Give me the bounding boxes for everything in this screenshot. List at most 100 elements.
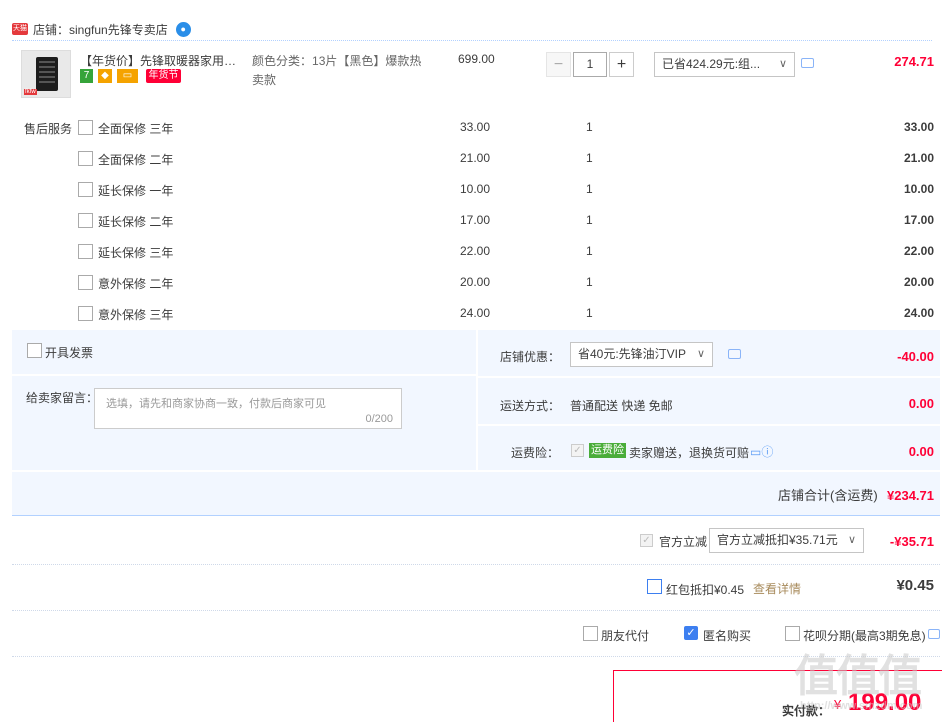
item-subtotal: 274.71 — [894, 54, 934, 69]
divider — [12, 40, 932, 41]
friend-pay-checkbox[interactable] — [583, 626, 598, 641]
service-subtotal: 10.00 — [903, 182, 934, 196]
message-counter: 0/200 — [365, 413, 393, 425]
watermark-logo: 值值值 — [794, 652, 922, 701]
service-row: 意外保修 三年 24.00 1 24.00 — [12, 298, 940, 329]
message-placeholder: 选填，请先和商家协商一致，付款后商家可见 — [106, 398, 326, 410]
official-discount-amount: -¥35.71 — [889, 534, 934, 549]
service-row: 全面保修 三年 33.00 1 33.00 — [12, 112, 940, 143]
quantity-input[interactable]: 1 — [573, 52, 607, 77]
service-subtotal: 21.00 — [903, 151, 934, 165]
insurance-amount: 0.00 — [908, 444, 934, 459]
panel-divider — [476, 330, 478, 470]
heater-image — [36, 57, 58, 91]
service-row: 意外保修 二年 20.00 1 20.00 — [12, 267, 940, 298]
comment-icon[interactable] — [928, 629, 940, 639]
sku-info: 颜色分类：13片【黑色】爆款热卖款 — [252, 52, 422, 90]
service-price: 21.00 — [460, 151, 491, 165]
shop-label: 店铺： — [33, 22, 70, 37]
tmall-icon: 天猫 — [12, 23, 28, 35]
service-checkbox[interactable] — [78, 151, 93, 166]
service-checkbox[interactable] — [78, 120, 93, 135]
seller-message-input[interactable]: 选填，请先和商家协商一致，付款后商家可见 0/200 — [94, 388, 402, 429]
redpacket-amount: ¥0.45 — [896, 577, 934, 594]
quantity-stepper: − 1 + — [546, 52, 634, 77]
comment-icon[interactable] — [728, 349, 741, 359]
new-year-tag: 年货节 — [146, 69, 181, 83]
store-total-label: 店铺合计(含运费) — [777, 488, 878, 503]
panel-divider — [478, 424, 940, 426]
service-checkbox[interactable] — [78, 244, 93, 259]
redpacket-checkbox[interactable] — [647, 579, 662, 594]
watermark-url: http://www.smzdm.com — [800, 700, 923, 712]
service-name: 延长保修 一年 — [98, 184, 174, 198]
service-checkbox[interactable] — [78, 182, 93, 197]
service-subtotal: 17.00 — [903, 213, 934, 227]
redpacket-details-link[interactable]: 查看详情 — [753, 580, 801, 597]
insurance-tag: 运费险 — [589, 443, 626, 458]
shipping-value: 普通配送 快递 免邮 — [570, 399, 673, 413]
shop-header: 天猫 店铺： singfun先锋专卖店 ● — [12, 18, 191, 40]
decrease-button[interactable]: − — [546, 52, 571, 77]
official-discount-select[interactable]: 官方立减抵扣¥35.71元 ∨ — [709, 528, 864, 553]
order-options-panel: 开具发票 给卖家留言： 选填，请先和商家协商一致，付款后商家可见 0/200 店… — [12, 330, 940, 516]
service-subtotal: 22.00 — [903, 244, 934, 258]
image-badge: fkfw — [24, 89, 37, 95]
service-name: 意外保修 二年 — [98, 277, 174, 291]
shipping-label: 运送方式： — [500, 399, 561, 413]
service-price: 17.00 — [460, 213, 491, 227]
panel-divider — [12, 374, 476, 376]
anonymous-label: 匿名购买 — [703, 629, 752, 643]
divider — [12, 564, 940, 565]
promo-select[interactable]: 已省424.29元:组... ∨ — [654, 52, 795, 77]
service-qty: 1 — [586, 244, 593, 258]
comment-icon[interactable] — [801, 58, 814, 68]
service-price: 24.00 — [460, 306, 491, 320]
service-price: 10.00 — [460, 182, 491, 196]
anonymous-checkbox[interactable]: ✓ — [684, 626, 698, 640]
service-name: 全面保修 三年 — [98, 122, 174, 136]
chevron-down-icon: ∨ — [696, 348, 705, 360]
store-total: 店铺合计(含运费) ¥234.71 — [778, 485, 934, 504]
help-icon[interactable]: ▭ⓘ — [750, 443, 773, 460]
wangwang-chat-icon[interactable]: ● — [175, 21, 191, 37]
official-discount-value: 官方立减抵扣¥35.71元 — [717, 533, 838, 547]
insurance-label: 运费险： — [511, 446, 560, 460]
service-qty: 1 — [586, 306, 593, 320]
unit-price: 699.00 — [458, 52, 495, 66]
store-coupon-label: 店铺优惠： — [500, 350, 561, 364]
increase-button[interactable]: + — [609, 52, 634, 77]
redpacket-label: 红包抵扣¥0.45 — [666, 583, 745, 597]
service-row: 全面保修 二年 21.00 1 21.00 — [12, 143, 940, 174]
service-qty: 1 — [586, 120, 593, 134]
store-coupon-select[interactable]: 省40元:先锋油汀VIP ∨ — [570, 342, 713, 367]
service-qty: 1 — [586, 275, 593, 289]
service-price: 20.00 — [460, 275, 491, 289]
service-checkbox[interactable] — [78, 306, 93, 321]
store-total-amount: ¥234.71 — [887, 488, 934, 503]
service-name: 意外保修 三年 — [98, 308, 174, 322]
official-discount-label: 官方立减 — [659, 535, 708, 549]
service-qty: 1 — [586, 151, 593, 165]
invoice-checkbox[interactable] — [27, 343, 42, 358]
service-checkbox[interactable] — [78, 275, 93, 290]
service-row: 延长保修 二年 17.00 1 17.00 — [12, 205, 940, 236]
product-image[interactable]: fkfw — [21, 50, 71, 98]
product-title[interactable]: 【年货价】先锋取暖器家用电暖... — [80, 52, 245, 69]
shop-name-link[interactable]: singfun先锋专卖店 — [69, 21, 168, 38]
service-checkbox[interactable] — [78, 213, 93, 228]
service-name: 延长保修 二年 — [98, 215, 174, 229]
promo-value: 已省424.29元:组... — [662, 57, 761, 71]
service-subtotal: 20.00 — [903, 275, 934, 289]
huabei-checkbox[interactable] — [785, 626, 800, 641]
store-coupon-amount: -40.00 — [897, 349, 934, 364]
panel-divider — [12, 470, 940, 472]
7day-return-icon: 7 — [80, 69, 93, 83]
service-price: 22.00 — [460, 244, 491, 258]
divider — [12, 610, 940, 611]
service-subtotal: 33.00 — [903, 120, 934, 134]
service-price: 33.00 — [460, 120, 491, 134]
chevron-down-icon: ∨ — [847, 534, 856, 546]
service-subtotal: 24.00 — [903, 306, 934, 320]
insurance-checkbox: ✓ — [571, 444, 584, 457]
